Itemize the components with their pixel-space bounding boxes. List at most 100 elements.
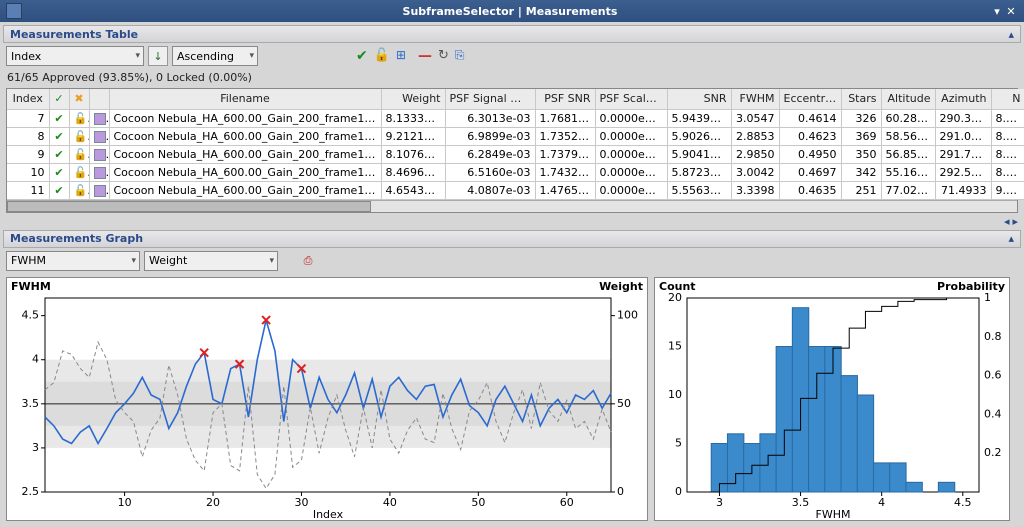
titlebar: SubframeSelector | Measurements ▾ ✕ (0, 0, 1024, 22)
sort-key-select[interactable]: Index (6, 46, 144, 66)
line-chart[interactable]: FWHM Weight 1020304050602.533.544.505010… (6, 277, 648, 521)
svg-text:40: 40 (383, 496, 397, 509)
col-header[interactable]: N (991, 89, 1024, 109)
svg-text:20: 20 (206, 496, 220, 509)
col-header[interactable]: ✖ (69, 89, 89, 109)
svg-text:4: 4 (32, 352, 39, 365)
svg-text:3: 3 (716, 496, 723, 509)
svg-text:Index: Index (313, 508, 344, 521)
svg-text:4: 4 (878, 496, 885, 509)
app-icon (6, 3, 22, 19)
svg-text:60: 60 (560, 496, 574, 509)
minimize-icon[interactable]: ▾ (990, 5, 1004, 18)
approve-all-icon[interactable]: ✔ (356, 48, 368, 64)
maximize-icon[interactable]: ✕ (1004, 5, 1018, 18)
svg-text:3.5: 3.5 (22, 396, 40, 409)
lock-col-icon: ✖ (74, 92, 83, 105)
col-header[interactable]: Weight (381, 89, 445, 109)
col-header[interactable]: FWHM (731, 89, 779, 109)
table-row[interactable]: 9✔🔓Cocoon Nebula_HA_600.00_Gain_200_fram… (7, 145, 1024, 163)
col-header[interactable]: Index (7, 89, 49, 109)
collapse-icon[interactable]: ▴ (1008, 232, 1014, 245)
table-row[interactable]: 10✔🔓Cocoon Nebula_HA_600.00_Gain_200_fra… (7, 163, 1024, 181)
file-icon (94, 113, 106, 125)
col-header[interactable]: PSF Signal Weight (445, 89, 535, 109)
remove-icon[interactable]: — (418, 48, 432, 64)
approve-icon[interactable]: ✔ (54, 112, 63, 125)
measurements-table-header[interactable]: Measurements Table ▴ (3, 25, 1021, 43)
prob-label: Probability (937, 280, 1005, 293)
svg-text:2.5: 2.5 (22, 485, 40, 498)
measurements-graph-header[interactable]: Measurements Graph ▴ (3, 230, 1021, 248)
col-header[interactable]: Filename (109, 89, 381, 109)
table-header-row: Index✓✖FilenameWeightPSF Signal WeightPS… (7, 89, 1024, 109)
table-pager: ◂ ▸ (3, 213, 1021, 230)
measurements-table: Index✓✖FilenameWeightPSF Signal WeightPS… (6, 88, 1018, 213)
y1-label: FWHM (11, 280, 51, 293)
col-header[interactable]: Stars (841, 89, 881, 109)
file-icon (94, 131, 106, 143)
svg-text:15: 15 (668, 339, 682, 352)
svg-text:5: 5 (675, 436, 682, 449)
table-row[interactable]: 7✔🔓Cocoon Nebula_HA_600.00_Gain_200_fram… (7, 109, 1024, 127)
y2-axis-select[interactable]: Weight (144, 251, 278, 271)
svg-text:4.5: 4.5 (954, 496, 972, 509)
svg-text:0.8: 0.8 (984, 329, 1002, 342)
section-title: Measurements Table (10, 28, 1008, 41)
window-title: SubframeSelector | Measurements (30, 5, 990, 18)
svg-text:10: 10 (668, 388, 682, 401)
svg-text:100: 100 (617, 308, 638, 321)
approve-icon[interactable]: ✔ (54, 148, 63, 161)
col-header[interactable]: Azimuth (935, 89, 991, 109)
histogram-chart[interactable]: Count Probability 33.544.5051015200.20.4… (654, 277, 1010, 521)
col-header[interactable]: PSF SNR (535, 89, 595, 109)
approval-status: 61/65 Approved (93.85%), 0 Locked (0.00%… (3, 69, 1021, 88)
lock-icon[interactable]: 🔓 (74, 112, 90, 125)
refresh-icon[interactable]: ↻ (438, 48, 449, 64)
page-next-icon[interactable]: ▸ (1012, 215, 1018, 228)
lock-icon[interactable]: 🔓 (74, 130, 90, 143)
lock-icon[interactable]: 🔓 (374, 48, 390, 64)
y1-axis-select[interactable]: FWHM (6, 251, 140, 271)
svg-text:0.6: 0.6 (984, 368, 1002, 381)
file-icon (94, 185, 106, 197)
svg-text:0: 0 (675, 485, 682, 498)
col-header[interactable]: Eccentricity (779, 89, 841, 109)
col-header[interactable] (89, 89, 109, 109)
approve-icon[interactable]: ✔ (54, 130, 63, 143)
table-toolbar: Index ↓ Ascending ✔ 🔓 ⊞ — ↻ ⎘ (3, 43, 1021, 69)
sort-direction-icon[interactable]: ↓ (148, 46, 168, 66)
approve-icon[interactable]: ✔ (54, 166, 63, 179)
horizontal-scrollbar[interactable] (7, 200, 1017, 212)
svg-text:10: 10 (118, 496, 132, 509)
collapse-icon[interactable]: ▴ (1008, 28, 1014, 41)
lock-icon[interactable]: 🔓 (74, 166, 90, 179)
col-header[interactable]: SNR (667, 89, 731, 109)
svg-text:50: 50 (617, 396, 631, 409)
lock-icon[interactable]: 🔓 (74, 184, 90, 197)
svg-text:3: 3 (32, 440, 39, 453)
count-label: Count (659, 280, 696, 293)
svg-text:FWHM: FWHM (816, 508, 851, 521)
col-header[interactable]: PSF Scale SNR (595, 89, 667, 109)
col-header[interactable]: Altitude (881, 89, 935, 109)
graph-toolbar: FWHM Weight ⎙ (3, 248, 1021, 274)
export-icon[interactable]: ⎘ (455, 48, 465, 64)
file-icon (94, 167, 106, 179)
pdf-export-icon[interactable]: ⎙ (298, 251, 318, 271)
svg-text:0: 0 (617, 485, 624, 498)
sort-order-select[interactable]: Ascending (172, 46, 258, 66)
file-icon (94, 149, 106, 161)
svg-text:3.5: 3.5 (792, 496, 810, 509)
table-row[interactable]: 11✔🔓Cocoon Nebula_HA_600.00_Gain_200_fra… (7, 181, 1024, 199)
col-header[interactable]: ✓ (49, 89, 69, 109)
y2-label: Weight (599, 280, 643, 293)
select-all-icon[interactable]: ⊞ (396, 48, 406, 64)
svg-text:4.5: 4.5 (22, 308, 40, 321)
table-row[interactable]: 8✔🔓Cocoon Nebula_HA_600.00_Gain_200_fram… (7, 127, 1024, 145)
approve-col-icon: ✓ (54, 92, 63, 105)
approve-icon[interactable]: ✔ (54, 184, 63, 197)
page-prev-icon[interactable]: ◂ (1004, 215, 1010, 228)
lock-icon[interactable]: 🔓 (74, 148, 90, 161)
svg-text:0.4: 0.4 (984, 407, 1002, 420)
